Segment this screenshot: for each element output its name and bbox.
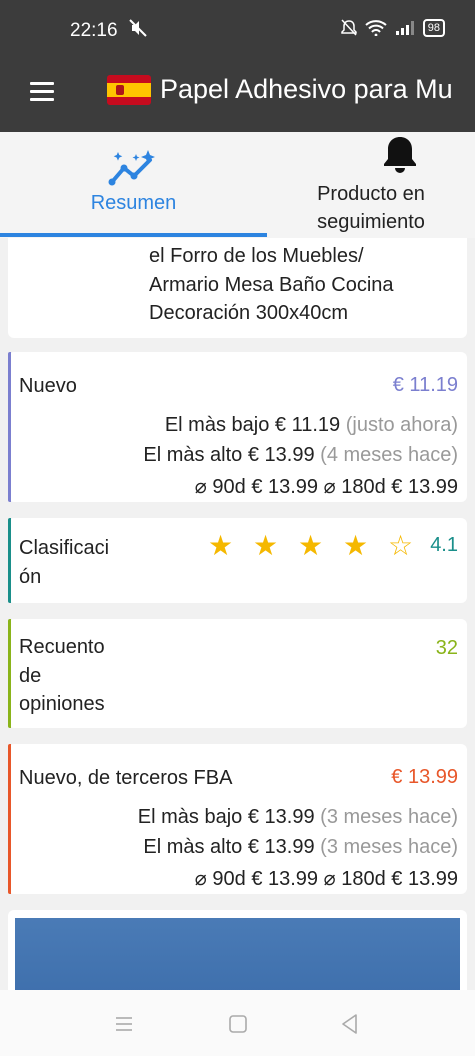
tab-label-line: seguimiento xyxy=(317,211,425,233)
new-lowest-row: El màs bajo € 11.19 (justo ahora) xyxy=(165,414,458,437)
new-price-card[interactable]: Nuevo € 11.19 El màs bajo € 11.19 (justo… xyxy=(8,352,467,502)
lowest-label: El màs bajo xyxy=(164,414,270,436)
recent-apps-icon[interactable] xyxy=(112,1012,136,1036)
new-current-price: € 11.19 xyxy=(392,374,458,396)
fba-price-label: Nuevo, de terceros FBA xyxy=(19,767,233,789)
fba-lowest-row: El màs bajo € 13.99 (3 meses hace) xyxy=(138,806,458,829)
new-price-label: Nuevo xyxy=(19,375,77,397)
rating-label: Clasificaci ón xyxy=(19,534,109,591)
product-title-line: el Forro de los Muebles/ xyxy=(149,245,364,267)
avg90-label: ⌀ 90d xyxy=(194,868,246,890)
avg180-value: € 13.99 xyxy=(391,868,458,890)
system-navigation-bar xyxy=(0,990,475,1056)
spain-flag-icon xyxy=(107,75,151,105)
status-icons: 98 xyxy=(341,19,445,37)
notification-off-icon xyxy=(341,19,357,36)
avg180-value: € 13.99 xyxy=(391,476,458,498)
star-filled-icon: ★ xyxy=(207,530,234,561)
product-title-line: Decoración 300x40cm xyxy=(149,302,348,324)
rating-label-line: ón xyxy=(19,565,42,588)
highest-value: € 13.99 xyxy=(247,836,315,858)
product-title-card: el Forro de los Muebles/ Armario Mesa Ba… xyxy=(8,238,467,338)
product-title: el Forro de los Muebles/ Armario Mesa Ba… xyxy=(149,242,394,328)
new-highest-row: El màs alto € 13.99 (4 meses hace) xyxy=(143,444,458,467)
avg90-value: € 13.99 xyxy=(251,476,319,498)
tab-summary-label: Resumen xyxy=(90,192,177,214)
review-count-card[interactable]: Recuento de opiniones 32 xyxy=(8,619,467,728)
status-time: 22:16 xyxy=(70,20,118,41)
review-count-label-line: opiniones xyxy=(19,693,105,715)
rating-stars: ★ ★ ★ ★ ☆ xyxy=(198,530,423,562)
star-filled-icon: ★ xyxy=(252,530,279,561)
tab-label-line: Producto en xyxy=(317,183,425,205)
product-image xyxy=(15,918,460,990)
wifi-icon xyxy=(365,20,387,36)
hamburger-menu-icon[interactable] xyxy=(30,82,54,104)
fba-highest-row: El màs alto € 13.99 (3 meses hace) xyxy=(143,836,458,859)
lowest-value: € 11.19 xyxy=(274,414,341,436)
fba-price-color-bar xyxy=(8,744,11,894)
lowest-label: El màs bajo xyxy=(137,806,243,828)
highest-label: El màs alto xyxy=(143,836,243,858)
back-icon[interactable] xyxy=(338,1012,362,1036)
bell-icon xyxy=(384,137,416,173)
active-tab-indicator xyxy=(0,233,267,237)
fba-current-price: € 13.99 xyxy=(391,766,458,788)
review-count-value: 32 xyxy=(435,637,458,659)
rating-value: 4.1 xyxy=(430,534,458,556)
lowest-value: € 13.99 xyxy=(247,806,315,828)
product-image-card[interactable] xyxy=(8,910,467,990)
rating-card[interactable]: Clasificaci ón ★ ★ ★ ★ ☆ 4.1 xyxy=(8,518,467,603)
summary-content: el Forro de los Muebles/ Armario Mesa Ba… xyxy=(0,238,475,990)
rating-label-line: Clasificaci xyxy=(19,537,110,559)
fba-price-card[interactable]: Nuevo, de terceros FBA € 13.99 El màs ba… xyxy=(8,744,467,894)
review-count-label-line: de xyxy=(19,664,42,687)
avg90-label: ⌀ 90d xyxy=(194,476,246,498)
avg90-value: € 13.99 xyxy=(251,868,319,890)
trend-sparkle-icon xyxy=(108,150,155,186)
lowest-when: (3 meses hace) xyxy=(320,806,458,828)
rating-color-bar xyxy=(8,518,11,603)
avg180-label: ⌀ 180d xyxy=(323,476,386,498)
review-count-color-bar xyxy=(8,619,11,728)
tab-tracked-product-label: Producto en seguimiento xyxy=(267,180,475,236)
tab-tracked-product[interactable]: Producto en seguimiento xyxy=(267,132,475,238)
new-average-row: ⌀ 90d € 13.99 ⌀ 180d € 13.99 xyxy=(195,474,458,499)
home-icon[interactable] xyxy=(226,1012,250,1036)
battery-icon: 98 xyxy=(422,19,445,37)
star-filled-icon: ★ xyxy=(297,530,324,561)
app-title: Papel Adhesivo para Mu xyxy=(160,74,453,104)
mute-icon xyxy=(129,19,147,37)
product-title-line: Armario Mesa Baño Cocina xyxy=(149,273,394,296)
star-empty-icon: ☆ xyxy=(387,530,414,561)
avg180-label: ⌀ 180d xyxy=(323,868,386,890)
new-price-color-bar xyxy=(8,352,11,502)
tab-bar: Resumen Producto en seguimiento xyxy=(0,132,475,238)
highest-when: (3 meses hace) xyxy=(320,836,458,858)
highest-when: (4 meses hace) xyxy=(320,444,458,466)
status-bar: 22:16 98 xyxy=(0,0,475,62)
highest-label: El màs alto xyxy=(143,444,243,466)
review-count-label: Recuento de opiniones xyxy=(19,633,105,719)
tab-summary[interactable]: Resumen xyxy=(0,132,267,238)
highest-value: € 13.99 xyxy=(247,444,315,466)
signal-icon xyxy=(395,21,414,35)
review-count-label-line: Recuento xyxy=(19,636,105,658)
fba-average-row: ⌀ 90d € 13.99 ⌀ 180d € 13.99 xyxy=(195,866,458,891)
lowest-when: (justo ahora) xyxy=(345,414,458,436)
star-filled-icon: ★ xyxy=(342,530,369,561)
app-bar: Papel Adhesivo para Mu xyxy=(0,62,475,132)
